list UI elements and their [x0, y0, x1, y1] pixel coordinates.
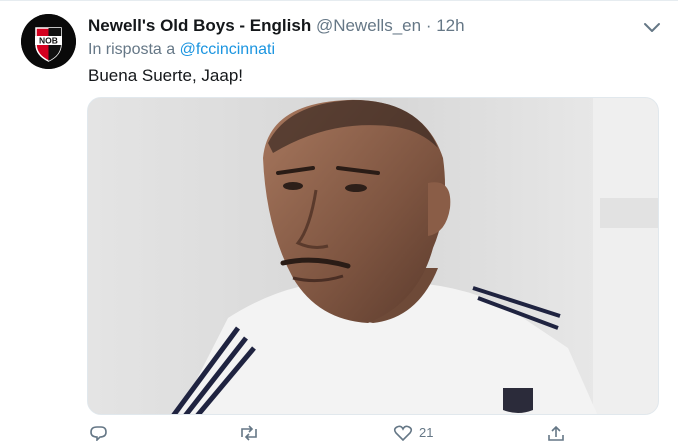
like-button[interactable]: 21 [393, 425, 433, 442]
player-photo [88, 98, 658, 414]
logo-text: NOB [39, 36, 58, 46]
like-icon [393, 425, 413, 442]
tweet-text: Buena Suerte, Jaap! [88, 66, 244, 85]
avatar[interactable]: NOB [21, 14, 76, 69]
tweet-photo[interactable] [87, 97, 659, 415]
retweet-button[interactable] [238, 425, 260, 441]
reply-button[interactable] [88, 425, 108, 442]
tweet-header: Newell's Old Boys - English @Newells_en … [88, 16, 465, 36]
newells-logo-icon: NOB [21, 14, 76, 69]
retweet-icon [241, 425, 257, 441]
reply-mention-link[interactable]: @fccincinnati [180, 41, 275, 58]
share-icon [548, 425, 564, 441]
reply-context: In risposta a @fccincinnati [88, 41, 275, 59]
tweet-actions: 21 [88, 425, 608, 442]
reply-prefix: In risposta a [88, 41, 176, 58]
chevron-down-icon[interactable] [640, 15, 664, 39]
share-button[interactable] [546, 425, 566, 441]
user-handle[interactable]: @Newells_en [316, 16, 421, 35]
reply-icon [90, 426, 107, 442]
display-name[interactable]: Newell's Old Boys - English [88, 16, 311, 35]
separator-dot: · [425, 16, 432, 35]
like-count: 21 [419, 425, 434, 440]
tweet[interactable]: NOB Newell's Old Boys - English @Newells… [0, 0, 678, 442]
timestamp[interactable]: 12h [436, 16, 464, 35]
